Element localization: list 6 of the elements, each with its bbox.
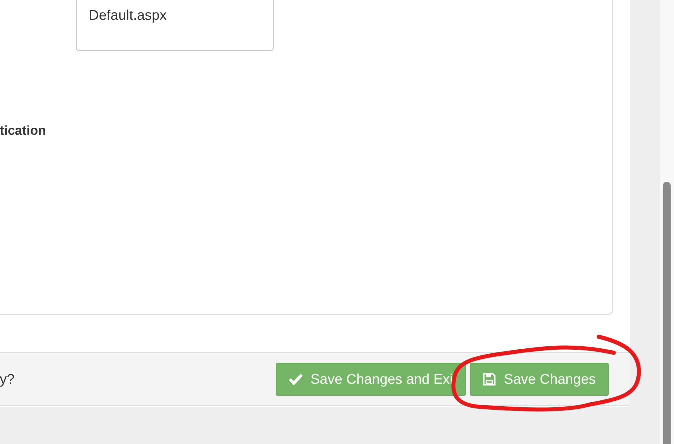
footer-question: y? [0,371,15,387]
list-item[interactable]: Default.aspx [89,6,261,24]
section-label: tication [0,123,48,138]
list-box[interactable]: Default.aspx [76,0,274,51]
scrollbar-thumb[interactable] [663,182,671,444]
check-icon [288,373,303,385]
